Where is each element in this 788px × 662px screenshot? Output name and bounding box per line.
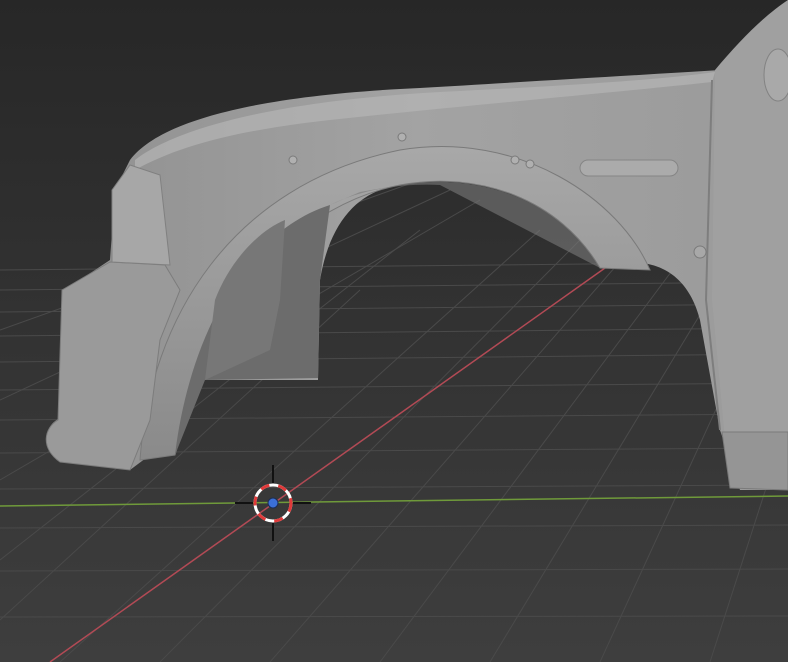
3d-viewport[interactable] [0, 0, 788, 662]
viewport-canvas[interactable] [0, 0, 788, 662]
